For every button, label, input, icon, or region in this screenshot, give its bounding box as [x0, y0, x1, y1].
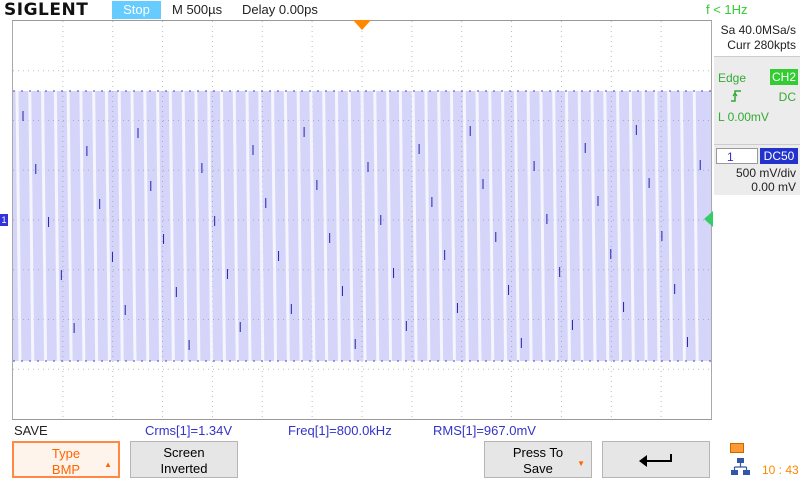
up-down-arrow-icon: ▲	[104, 460, 112, 469]
channel-vertical-scale: 500 mV/div	[735, 166, 796, 180]
channel-offset: 0.00 mV	[751, 180, 796, 194]
brand-logo: SIGLENT	[4, 0, 89, 20]
trigger-coupling: DC	[778, 90, 796, 104]
measurement-crms: Crms[1]=1.34V	[145, 423, 233, 438]
back-softkey[interactable]	[602, 441, 710, 478]
trigger-info-box[interactable]: Edge CH2 DC L 0.00mV	[714, 56, 800, 149]
back-arrow-icon	[639, 454, 672, 467]
screen-softkey-value: Inverted	[160, 461, 208, 476]
battery-icon	[730, 443, 744, 453]
menu-title: SAVE	[14, 423, 48, 438]
sample-rate: Sa 40.0MSa/s	[720, 23, 796, 37]
memory-depth: Curr 280kpts	[727, 38, 796, 52]
screen-inverted-softkey[interactable]: Screen Inverted	[130, 441, 238, 478]
trigger-source-badge: CH2	[770, 69, 798, 85]
press-to-save-softkey[interactable]: Press To Save ▼	[484, 441, 592, 478]
measurement-frequency: Freq[1]=800.0kHz	[288, 423, 392, 438]
down-arrow-icon: ▼	[577, 459, 585, 468]
screen-softkey-label: Screen	[163, 445, 205, 460]
type-softkey-value: BMP	[51, 462, 81, 477]
clock: 10 : 43	[762, 463, 799, 477]
run-stop-indicator[interactable]: Stop	[112, 1, 161, 19]
system-status: 10 : 43	[724, 441, 800, 480]
graticule	[13, 21, 711, 419]
measurement-rms: RMS[1]=967.0mV	[433, 423, 536, 438]
timebase-readout[interactable]: M 500µs	[172, 1, 222, 19]
channel-coupling-badge: DC50	[760, 148, 798, 164]
waveform-display[interactable]	[12, 20, 712, 420]
trigger-type: Edge	[718, 71, 747, 85]
trigger-level-readout: L 0.00mV	[718, 110, 769, 124]
trigger-position-marker[interactable]	[353, 20, 371, 30]
right-info-panel: Sa 40.0MSa/s Curr 280kpts Edge CH2 DC L …	[714, 20, 800, 420]
channel-1-info-box[interactable]: 1 DC50 500 mV/div 0.00 mV	[714, 144, 800, 195]
delay-readout[interactable]: Delay 0.00ps	[242, 1, 318, 19]
save-softkey-value: Save	[523, 461, 553, 476]
frequency-counter: f < 1Hz	[706, 2, 748, 17]
type-softkey[interactable]: Type BMP ▲	[12, 441, 120, 478]
trigger-level-marker[interactable]	[704, 211, 713, 227]
network-icon	[731, 458, 750, 475]
bottom-menu-area: SAVE Crms[1]=1.34V Freq[1]=800.0kHz RMS[…	[0, 420, 800, 480]
channel-1-offset-marker[interactable]: 1	[0, 214, 8, 226]
top-status-bar: SIGLENT Stop M 500µs Delay 0.00ps f < 1H…	[0, 0, 800, 20]
rising-edge-icon	[731, 90, 741, 102]
channel-number: 1	[716, 148, 758, 164]
save-softkey-label: Press To	[512, 445, 564, 460]
type-softkey-label: Type	[51, 446, 81, 461]
